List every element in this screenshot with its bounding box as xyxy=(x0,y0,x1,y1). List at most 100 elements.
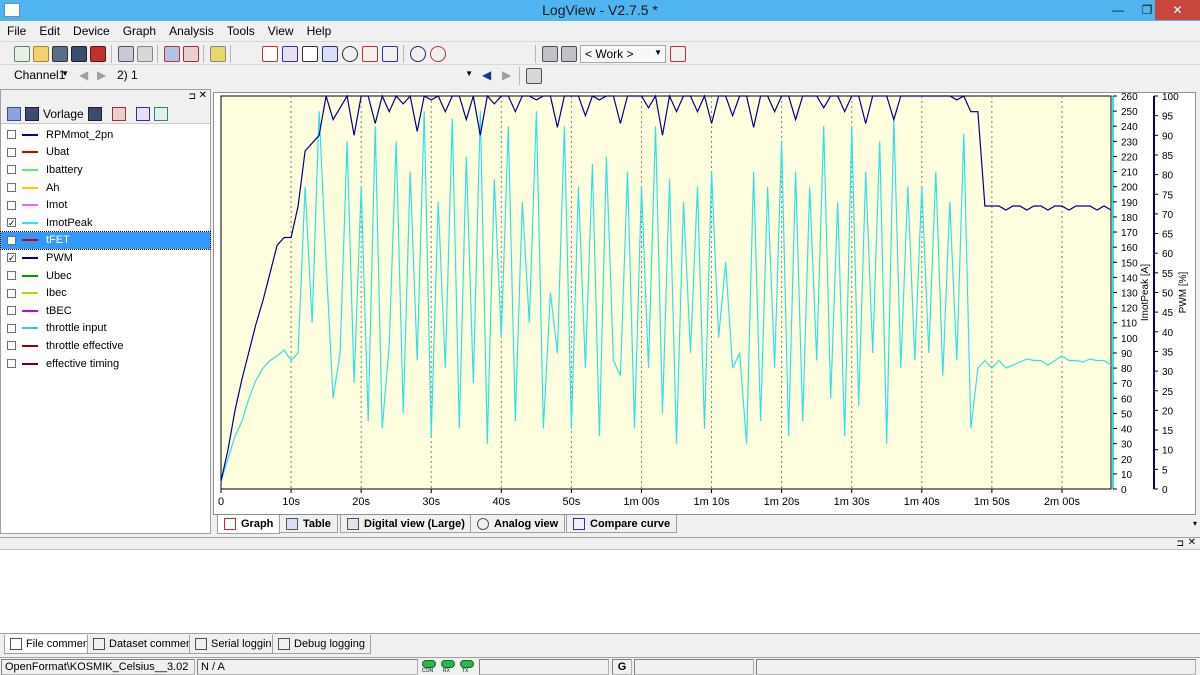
channel-checkbox[interactable] xyxy=(7,165,16,175)
panel-close-icon[interactable]: ✕ xyxy=(199,90,207,101)
channel-checkbox[interactable] xyxy=(7,341,16,351)
comment-panel[interactable]: ⊐ ✕ xyxy=(0,537,1200,633)
y-tick-label: 70 xyxy=(1162,210,1174,221)
channel-color-swatch xyxy=(22,274,38,277)
y-tick-label: 50 xyxy=(1121,409,1133,420)
channel-checkbox[interactable] xyxy=(7,147,16,157)
list-item[interactable]: Ubec xyxy=(1,267,210,285)
channel-checkbox[interactable] xyxy=(7,359,16,369)
workspace-icon[interactable] xyxy=(542,46,558,62)
window-icon[interactable] xyxy=(302,46,318,62)
list-item[interactable]: ✓ PWM xyxy=(1,249,210,267)
new-file-icon[interactable] xyxy=(14,46,30,62)
bar-graph-icon[interactable] xyxy=(382,46,398,62)
tab-serial-logging[interactable]: Serial logging xyxy=(189,635,284,654)
cursor-icon[interactable] xyxy=(262,46,278,62)
channel-dropdown[interactable]: Channel1 ▼ xyxy=(10,67,72,85)
list-item[interactable]: RPMmot_2pn xyxy=(1,126,210,144)
channel-checkbox[interactable] xyxy=(7,306,16,316)
workspace-value: < Work > xyxy=(585,47,634,61)
list-item[interactable]: Ibattery xyxy=(1,161,210,179)
channel-deselect-icon[interactable] xyxy=(135,107,150,121)
menu-tools[interactable]: Tools xyxy=(220,21,261,38)
preset-save-as-icon[interactable] xyxy=(87,107,102,121)
preset-save-icon[interactable] xyxy=(25,107,39,121)
channel-checkbox[interactable]: ✓ xyxy=(7,253,16,263)
trash-icon[interactable] xyxy=(526,68,542,84)
tab-dataset-comment[interactable]: Dataset comment xyxy=(87,635,202,654)
channel-checkbox[interactable] xyxy=(7,235,16,245)
zoom-in-icon[interactable] xyxy=(410,46,426,62)
tab-table[interactable]: Table xyxy=(279,515,338,533)
menu-edit[interactable]: Edit xyxy=(32,21,66,38)
table-icon[interactable] xyxy=(322,46,338,62)
save-all-icon[interactable] xyxy=(71,46,87,62)
channel-checkbox[interactable] xyxy=(7,130,16,140)
y-tick-label: 260 xyxy=(1121,93,1138,103)
list-item[interactable]: Imot xyxy=(1,196,210,214)
graph-view[interactable]: 0 10s 20s 30s 40s 50s 1m 00s 1m 10s 1m 20s 1m 30s… xyxy=(213,92,1196,515)
tab-compare-curve[interactable]: Compare curve xyxy=(566,515,678,533)
channel-select-all-icon[interactable] xyxy=(111,107,126,121)
menu-device[interactable]: Device xyxy=(66,21,116,38)
list-item[interactable]: tBEC xyxy=(1,302,210,320)
graph-settings-icon[interactable] xyxy=(164,46,180,62)
pin-icon[interactable]: ⊐ xyxy=(1176,538,1184,549)
tab-file-comment[interactable]: File comment xyxy=(4,635,99,654)
curve-select-icon[interactable] xyxy=(282,46,298,62)
comment-icon xyxy=(10,638,22,650)
list-item[interactable]: throttle effective xyxy=(1,337,210,355)
workspace-delete-icon[interactable] xyxy=(670,46,686,62)
channel-checkbox[interactable] xyxy=(7,323,16,333)
gauge-icon[interactable] xyxy=(342,46,358,62)
menu-view[interactable]: View xyxy=(261,21,300,38)
workspace-dropdown[interactable]: < Work > ▼ xyxy=(580,45,666,63)
workspace-save-icon[interactable] xyxy=(561,46,577,62)
panel-close-icon[interactable]: ✕ xyxy=(1188,537,1196,548)
open-folder-icon[interactable] xyxy=(33,46,49,62)
menu-help[interactable]: Help xyxy=(300,21,338,38)
tab-debug-logging[interactable]: Debug logging xyxy=(272,635,371,654)
dataset-dropdown[interactable]: 2) 1 ▼ xyxy=(113,67,476,85)
marker-icon[interactable] xyxy=(362,46,378,62)
channel-checkbox[interactable] xyxy=(7,271,16,281)
channel-checkbox[interactable] xyxy=(7,200,16,210)
minimize-button[interactable]: — xyxy=(1104,0,1132,20)
channel-checkbox[interactable] xyxy=(7,183,16,193)
pin-icon[interactable]: ⊐ xyxy=(188,91,196,102)
cut-icon[interactable] xyxy=(118,46,134,62)
channel-invert-icon[interactable] xyxy=(153,107,168,121)
next-channel-icon[interactable]: ▶ xyxy=(97,68,106,82)
list-item[interactable]: ✓ ImotPeak xyxy=(1,214,210,232)
x-tick-label: 30s xyxy=(422,496,440,508)
list-item[interactable]: effective timing xyxy=(1,355,210,373)
line-chart[interactable]: 0 10s 20s 30s 40s 50s 1m 00s 1m 10s 1m 20s 1m 30s… xyxy=(214,92,1195,514)
list-item[interactable]: tFET xyxy=(0,230,211,251)
save-icon[interactable] xyxy=(52,46,68,62)
graph-options-icon[interactable] xyxy=(183,46,199,62)
menu-graph[interactable]: Graph xyxy=(116,21,162,38)
close-file-icon[interactable] xyxy=(90,46,106,62)
previous-channel-icon[interactable]: ◀ xyxy=(79,68,88,82)
y-tick-label: 5 xyxy=(1162,465,1168,476)
list-item[interactable]: Ubat xyxy=(1,144,210,162)
chevron-down-icon[interactable]: ▾ xyxy=(1193,519,1197,528)
device-icon[interactable] xyxy=(210,46,226,62)
copy-icon[interactable] xyxy=(137,46,153,62)
channel-checkbox[interactable] xyxy=(7,288,16,298)
close-button[interactable]: ✕ xyxy=(1155,0,1200,20)
list-item[interactable]: Ibec xyxy=(1,284,210,302)
channel-checkbox[interactable]: ✓ xyxy=(7,218,16,228)
previous-dataset-icon[interactable]: ◀ xyxy=(482,68,491,82)
list-item[interactable]: Ah xyxy=(1,179,210,197)
next-dataset-icon[interactable]: ▶ xyxy=(502,68,511,82)
list-item[interactable]: throttle input xyxy=(1,320,210,338)
menu-file[interactable]: File xyxy=(0,21,32,38)
tab-graph[interactable]: Graph xyxy=(217,515,281,534)
tab-digital-view[interactable]: Digital view (Large) xyxy=(340,515,472,533)
preset-open-icon[interactable] xyxy=(7,107,21,121)
menu-analysis[interactable]: Analysis xyxy=(162,21,220,38)
tab-label: Analog view xyxy=(494,517,559,530)
tab-analog-view[interactable]: Analog view xyxy=(470,515,566,533)
zoom-out-icon[interactable] xyxy=(430,46,446,62)
